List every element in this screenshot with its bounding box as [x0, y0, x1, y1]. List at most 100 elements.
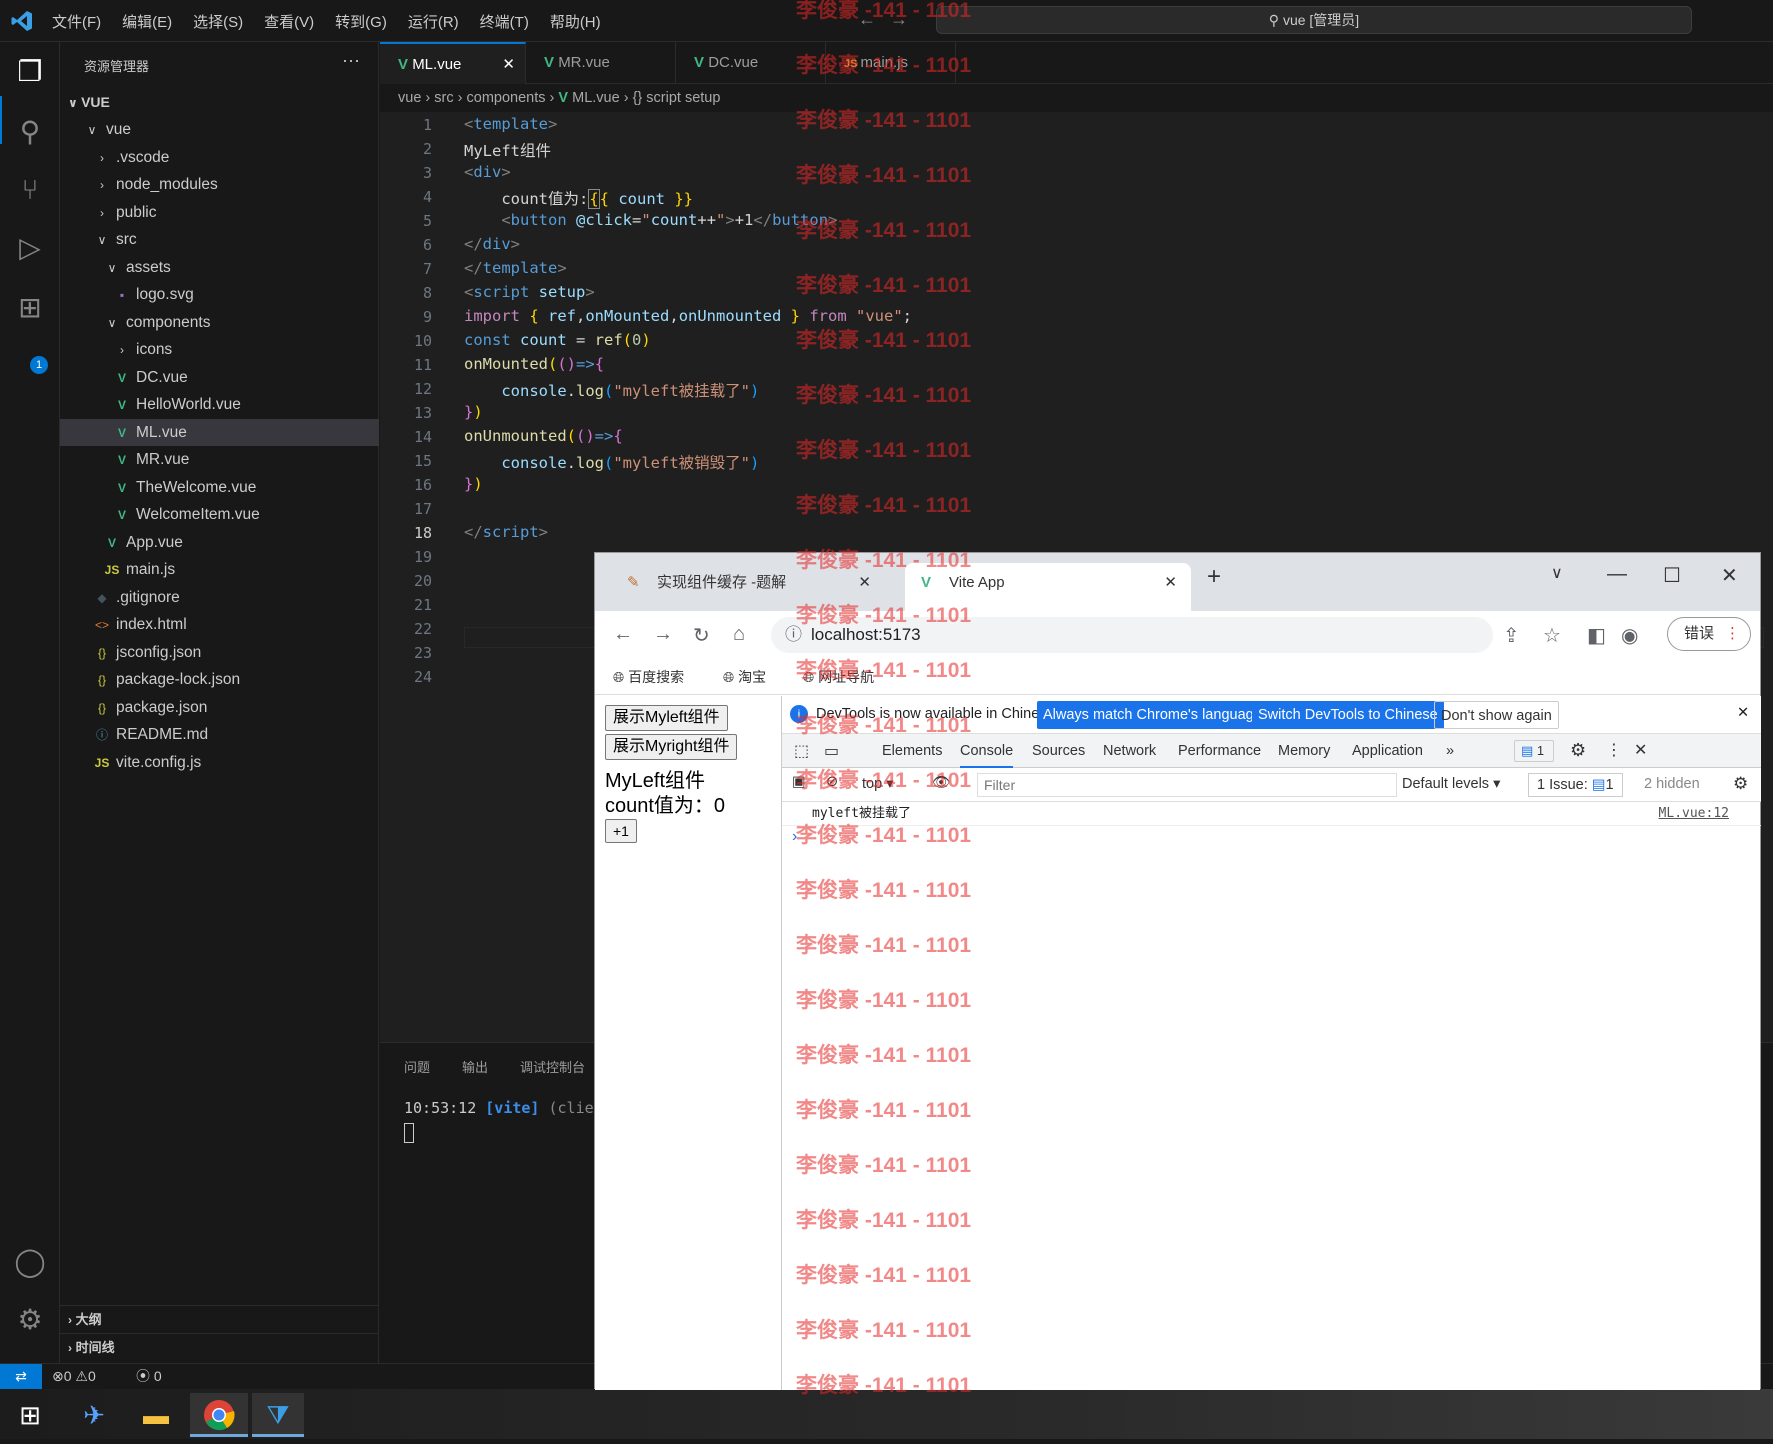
command-center-search[interactable]: ⚲ vue [管理员]	[936, 6, 1692, 34]
workspace-root[interactable]: ∨ VUE	[68, 88, 110, 117]
tree-item[interactable]: V DC.vue	[60, 364, 379, 392]
tree-item[interactable]: › .vscode	[60, 144, 379, 172]
run-debug-icon[interactable]: ▷	[12, 230, 48, 266]
devtools-tab-elements[interactable]: Elements	[882, 743, 942, 759]
inspect-element-icon[interactable]: ⬚	[794, 741, 809, 761]
tree-item[interactable]: ▪ logo.svg	[60, 281, 379, 309]
tree-item[interactable]: › icons	[60, 336, 379, 364]
tree-item[interactable]: V TheWelcome.vue	[60, 474, 379, 502]
show-myleft-button[interactable]: 展示Myleft组件	[605, 705, 728, 731]
profile-error-button[interactable]: 错误 ⋮	[1667, 617, 1751, 651]
close-infobar-icon[interactable]: ✕	[1737, 705, 1749, 721]
issues-button[interactable]: 1 Issue: ▤1	[1528, 773, 1623, 797]
breadcrumb-item[interactable]: src	[434, 90, 453, 106]
reload-icon[interactable]: ↻	[693, 623, 710, 648]
tree-item[interactable]: V WelcomeItem.vue	[60, 501, 379, 529]
tab-problems[interactable]: 问题	[404, 1057, 430, 1076]
source-control-icon[interactable]: ⑂	[12, 172, 48, 208]
close-devtools-icon[interactable]: ✕	[1634, 740, 1647, 760]
always-match-language-button[interactable]: Always match Chrome's language	[1037, 701, 1268, 729]
tab-main-js[interactable]: JS main.js	[826, 42, 956, 84]
devtools-tab-performance[interactable]: Performance	[1178, 743, 1261, 759]
menu-item[interactable]: 终端(T)	[480, 11, 529, 32]
tree-item[interactable]: ◆ .gitignore	[60, 584, 379, 612]
messages-counter[interactable]: ▤ 1	[1514, 740, 1554, 762]
tree-item[interactable]: V ML.vue	[60, 418, 379, 446]
search-icon[interactable]: ⚲	[12, 114, 48, 150]
chrome-app-icon[interactable]	[190, 1393, 248, 1437]
console-settings-gear-icon[interactable]: ⚙	[1733, 774, 1748, 794]
tree-item[interactable]: {} package-lock.json	[60, 666, 379, 694]
log-source-link[interactable]: ML.vue:12	[1659, 802, 1729, 826]
account-icon[interactable]: ◯	[12, 1244, 48, 1280]
chrome-tab-solution[interactable]: ✎ 实现组件缓存 -题解 ✕	[605, 563, 881, 611]
increment-button[interactable]: +1	[605, 819, 637, 843]
close-window-icon[interactable]: ✕	[1721, 563, 1738, 588]
tree-item[interactable]: {} package.json	[60, 694, 379, 722]
more-tabs-icon[interactable]: »	[1446, 743, 1454, 759]
more-actions-icon[interactable]: ···	[342, 50, 360, 71]
breadcrumb-item[interactable]: vue	[398, 90, 421, 106]
feishu-app-icon[interactable]: ✈	[68, 1393, 120, 1437]
tree-item[interactable]: › node_modules	[60, 171, 379, 199]
tree-item[interactable]: ∨ vue	[60, 116, 379, 144]
context-selector[interactable]: top ▾	[862, 776, 893, 792]
tree-item[interactable]: <> index.html	[60, 611, 379, 639]
live-expression-eye-icon[interactable]: 👁︎	[932, 774, 950, 791]
vscode-app-icon[interactable]: ⧩	[252, 1393, 304, 1437]
outline-section[interactable]: › 大纲	[60, 1305, 379, 1333]
devtools-tab-application[interactable]: Application	[1352, 743, 1423, 759]
menu-item[interactable]: 文件(F)	[52, 11, 101, 32]
log-levels-dropdown[interactable]: Default levels ▾	[1402, 776, 1500, 792]
explorer-files-icon[interactable]: ❐	[12, 54, 48, 90]
home-icon[interactable]: ⌂	[733, 623, 745, 646]
close-tab-icon[interactable]: ✕	[502, 44, 515, 86]
devtools-tab-sources[interactable]: Sources	[1032, 743, 1085, 759]
tab-debug-console[interactable]: 调试控制台	[520, 1057, 585, 1076]
tree-item[interactable]: › public	[60, 199, 379, 227]
tab-output[interactable]: 输出	[462, 1057, 488, 1076]
bookmark-nav[interactable]: 🌐︎ 网址导航	[803, 667, 874, 687]
tree-item[interactable]: {} jsconfig.json	[60, 639, 379, 667]
show-myright-button[interactable]: 展示Myright组件	[605, 734, 738, 760]
bookmark-taobao[interactable]: 🌐︎ 淘宝	[723, 667, 766, 687]
terminal-output[interactable]: 10:53:12 [vite] (clie	[404, 1099, 594, 1117]
forward-arrow-icon[interactable]: →	[890, 9, 908, 30]
close-tab-icon[interactable]: ✕	[1164, 563, 1177, 603]
tree-item[interactable]: ⓘ README.md	[60, 721, 379, 749]
menu-item[interactable]: 查看(V)	[264, 11, 314, 32]
tree-item[interactable]: V App.vue	[60, 529, 379, 557]
devtools-tab-console[interactable]: Console	[960, 743, 1014, 768]
menu-item[interactable]: 编辑(E)	[122, 11, 172, 32]
menu-item[interactable]: 帮助(H)	[550, 11, 601, 32]
close-tab-icon[interactable]: ✕	[858, 563, 871, 603]
file-explorer-icon[interactable]: ▬	[130, 1393, 182, 1437]
tree-item[interactable]: V HelloWorld.vue	[60, 391, 379, 419]
tab-dc-vue[interactable]: V DC.vue	[676, 42, 826, 84]
sidebar-toggle-icon[interactable]: ▣	[792, 774, 806, 790]
share-icon[interactable]: ⇪	[1503, 623, 1520, 648]
breadcrumb-item[interactable]: {} script setup	[633, 90, 721, 106]
remote-indicator-icon[interactable]: ⇄	[0, 1364, 42, 1390]
problems-indicator[interactable]: ⊗0 ⚠0	[52, 1364, 96, 1388]
settings-gear-icon[interactable]: ⚙	[1570, 740, 1586, 761]
tree-item[interactable]: ∨ components	[60, 309, 379, 337]
tab-mr-vue[interactable]: V MR.vue	[526, 42, 676, 84]
device-toolbar-icon[interactable]: ▭	[824, 741, 839, 761]
tree-item[interactable]: ∨ assets	[60, 254, 379, 282]
tab-ml-vue[interactable]: V ML.vue ✕	[380, 42, 526, 84]
address-bar[interactable]: ⓘ localhost:5173	[771, 617, 1493, 653]
kebab-menu-icon[interactable]: ⋮	[1606, 740, 1622, 760]
menu-item[interactable]: 转到(G)	[335, 11, 387, 32]
breadcrumb-item[interactable]: ML.vue	[572, 90, 620, 106]
back-icon[interactable]: ←	[613, 623, 633, 646]
bookmark-star-icon[interactable]: ☆	[1543, 623, 1561, 648]
timeline-section[interactable]: › 时间线	[60, 1333, 379, 1361]
minimize-icon[interactable]: —	[1607, 563, 1627, 586]
console-prompt-icon[interactable]: ›	[792, 828, 797, 846]
tree-item[interactable]: V MR.vue	[60, 446, 379, 474]
tree-item[interactable]: JS main.js	[60, 556, 379, 584]
dont-show-again-button[interactable]: Don't show again	[1434, 701, 1559, 729]
tree-item[interactable]: JS vite.config.js	[60, 749, 379, 777]
forward-icon[interactable]: →	[653, 623, 673, 646]
